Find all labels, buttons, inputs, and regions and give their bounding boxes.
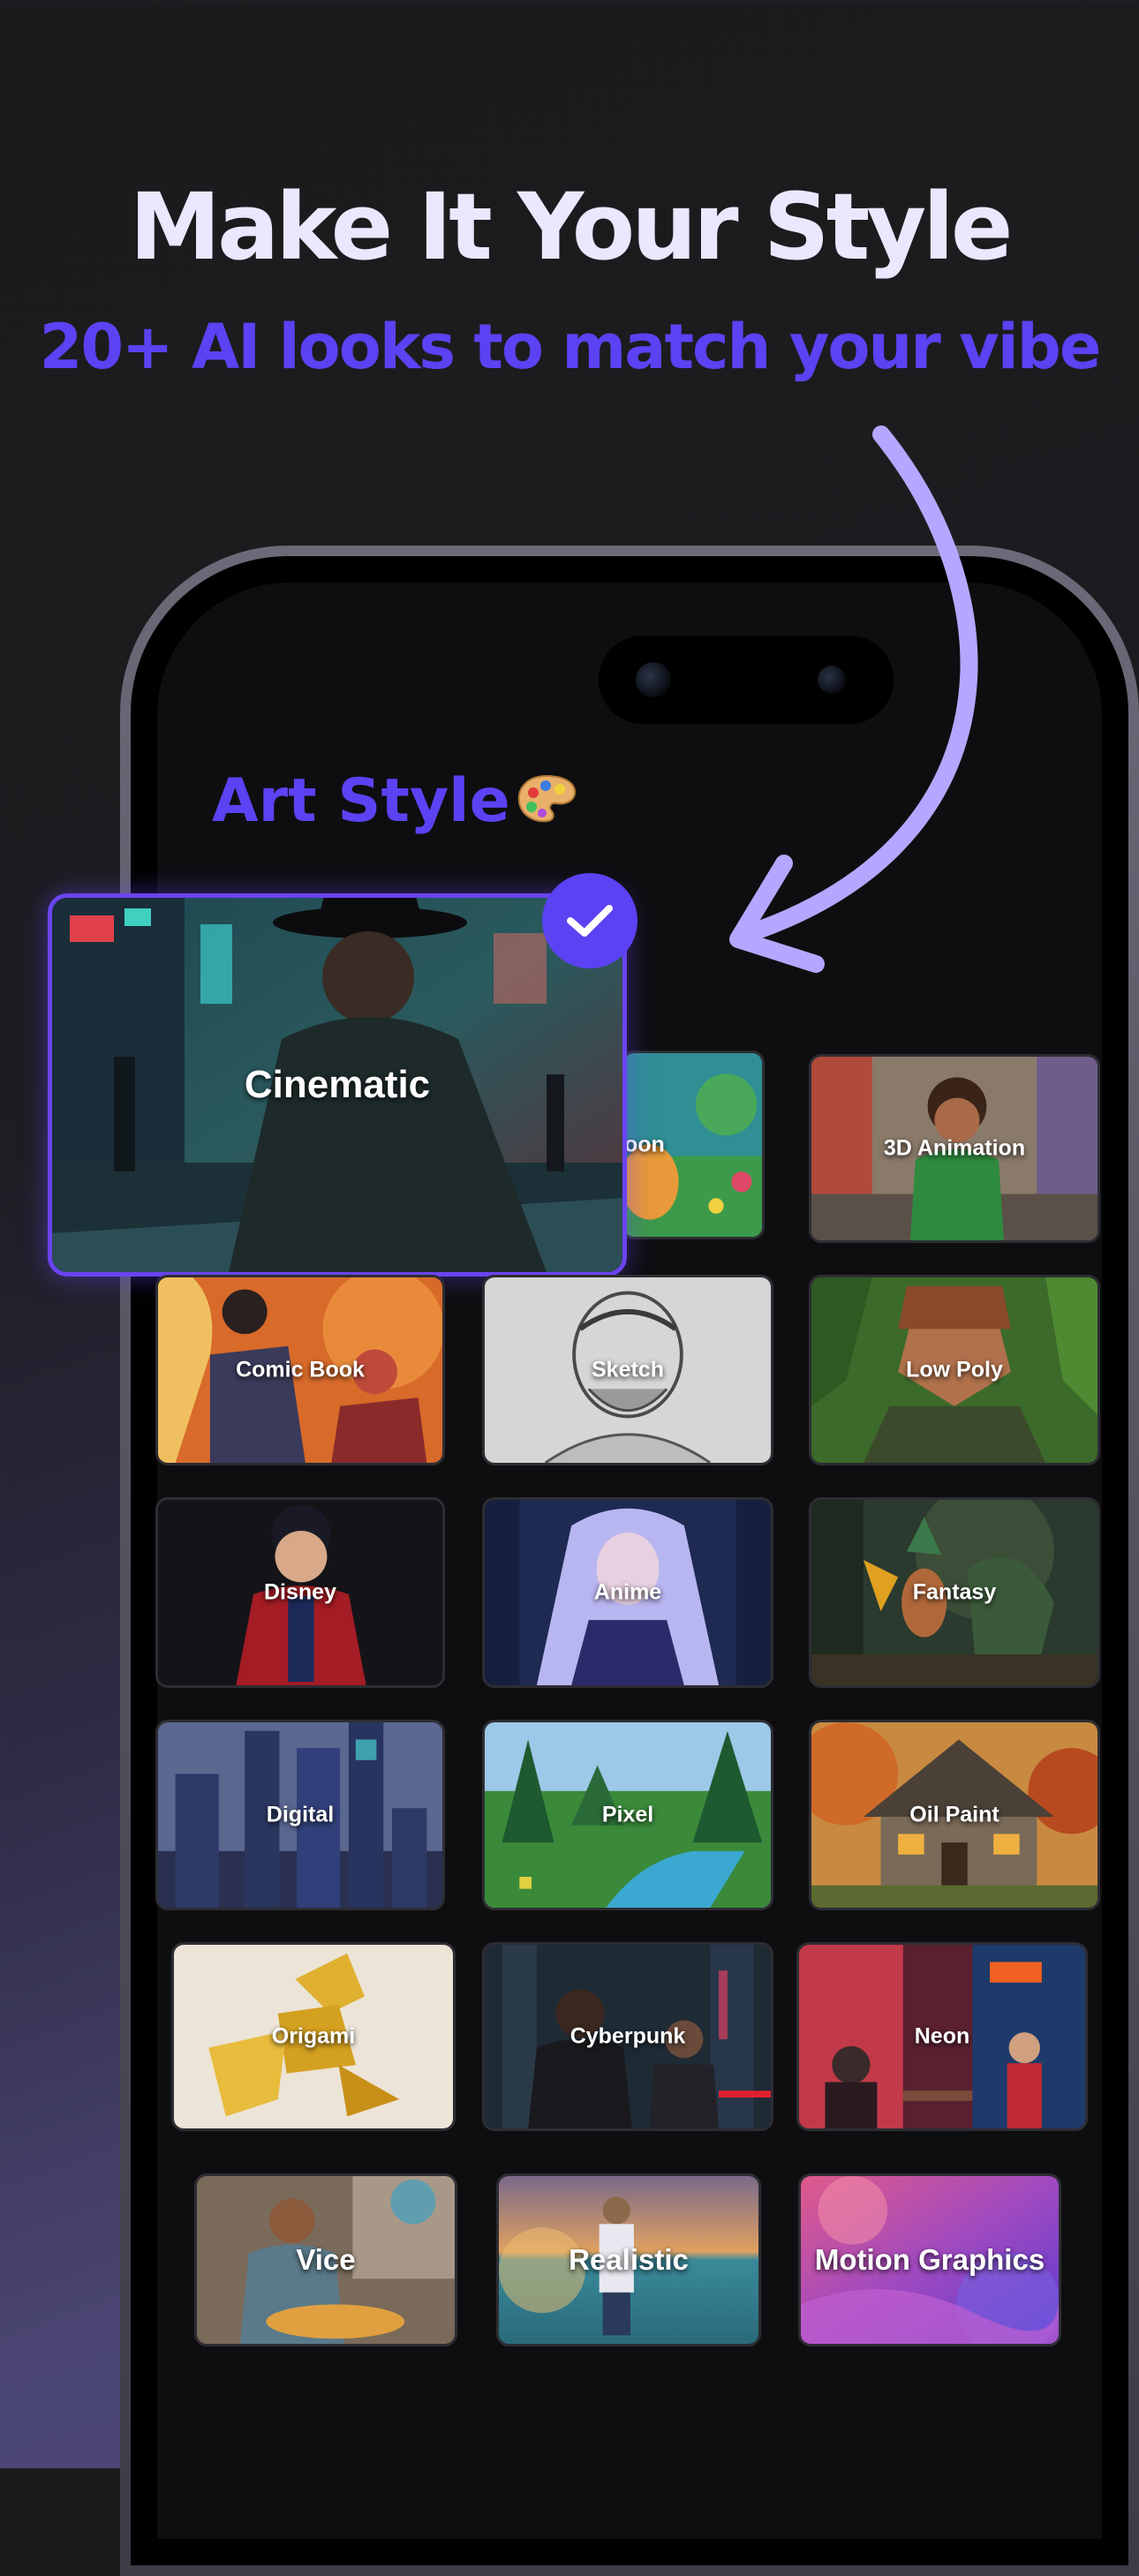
screen-title: Art Style (212, 766, 577, 836)
style-card-cinematic[interactable]: Cinematic (48, 893, 627, 1277)
promo-subheadline: 20+ AI looks to match your vibe (39, 311, 1102, 383)
style-label: Digital (266, 1802, 335, 1827)
style-card-cartoon[interactable]: oon (622, 1051, 765, 1239)
dynamic-island (599, 636, 894, 724)
style-label: Low Poly (906, 1357, 1003, 1382)
style-label: Cyberpunk (570, 2023, 686, 2049)
style-card-motion-graphics[interactable]: Motion Graphics (798, 2173, 1061, 2346)
style-label: Comic Book (236, 1357, 365, 1382)
style-label: Pixel (601, 1802, 654, 1827)
sensor-icon (818, 666, 846, 694)
style-card-cyberpunk[interactable]: Cyberpunk (482, 1942, 773, 2131)
style-card-neon[interactable]: Neon (796, 1942, 1088, 2131)
style-card-origami[interactable]: Origami (171, 1942, 456, 2131)
promo-headline: Make It Your Style (129, 173, 1014, 281)
style-card-comic-book[interactable]: Comic Book (155, 1275, 445, 1465)
style-label: Cinematic (244, 1063, 431, 1106)
style-card-sketch[interactable]: Sketch (482, 1275, 773, 1465)
style-card-digital[interactable]: Digital (155, 1720, 445, 1910)
style-label: Fantasy (912, 1579, 997, 1605)
style-card-3d-animation[interactable]: 3D Animation (809, 1054, 1100, 1243)
style-label: Origami (271, 2023, 356, 2049)
style-card-oil-paint[interactable]: Oil Paint (809, 1720, 1100, 1910)
selected-check-badge (542, 873, 637, 968)
style-card-realistic[interactable]: Realistic (496, 2173, 761, 2346)
checkmark-icon (567, 905, 613, 937)
style-label: Realistic (569, 2243, 689, 2276)
style-label: Neon (914, 2023, 970, 2049)
style-card-fantasy[interactable]: Fantasy (809, 1497, 1100, 1688)
style-label: 3D Animation (883, 1135, 1026, 1161)
style-card-anime[interactable]: Anime (482, 1497, 773, 1688)
camera-lens-icon (636, 662, 671, 697)
artist-palette-icon (517, 775, 576, 823)
style-card-pixel[interactable]: Pixel (482, 1720, 773, 1910)
style-label: Motion Graphics (814, 2243, 1045, 2276)
style-label: Sketch (592, 1357, 664, 1382)
style-label: Disney (264, 1579, 336, 1605)
style-card-low-poly[interactable]: Low Poly (809, 1275, 1100, 1465)
style-label: oon (624, 1132, 665, 1157)
style-label: Oil Paint (909, 1802, 999, 1827)
style-card-disney[interactable]: Disney (155, 1497, 445, 1688)
style-label: Vice (296, 2243, 356, 2276)
style-label: Anime (593, 1579, 662, 1605)
screen-title-text: Art Style (212, 766, 510, 836)
style-card-vice[interactable]: Vice (194, 2173, 457, 2346)
